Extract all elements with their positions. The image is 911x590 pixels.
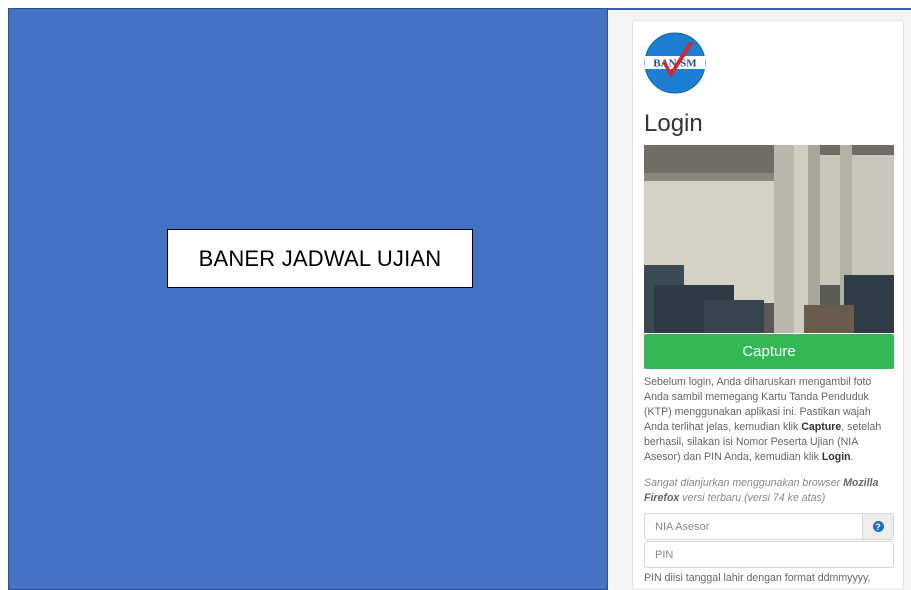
nia-asesor-field[interactable] — [645, 514, 862, 539]
pin-field[interactable] — [644, 541, 894, 568]
login-title: Login — [644, 110, 703, 137]
nia-input-group: ? — [644, 513, 894, 540]
question-circle-icon: ? — [872, 521, 884, 532]
ban-sm-logo: BAN-SM — [644, 32, 706, 94]
camera-preview — [644, 145, 894, 333]
login-instructions: Sebelum login, Anda diharuskan mengambil… — [644, 376, 882, 463]
pin-help-text: PIN diisi tanggal lahir dengan format dd… — [644, 572, 871, 584]
schedule-banner: BANER JADWAL UJIAN — [8, 8, 608, 590]
capture-button[interactable]: Capture — [644, 334, 894, 369]
panel-top-border — [608, 8, 911, 10]
nia-help-button[interactable]: ? — [862, 514, 893, 539]
browser-recommendation: Sangat dianjurkan menggunakan browser Mo… — [644, 477, 879, 504]
banner-label: BANER JADWAL UJIAN — [167, 229, 473, 288]
